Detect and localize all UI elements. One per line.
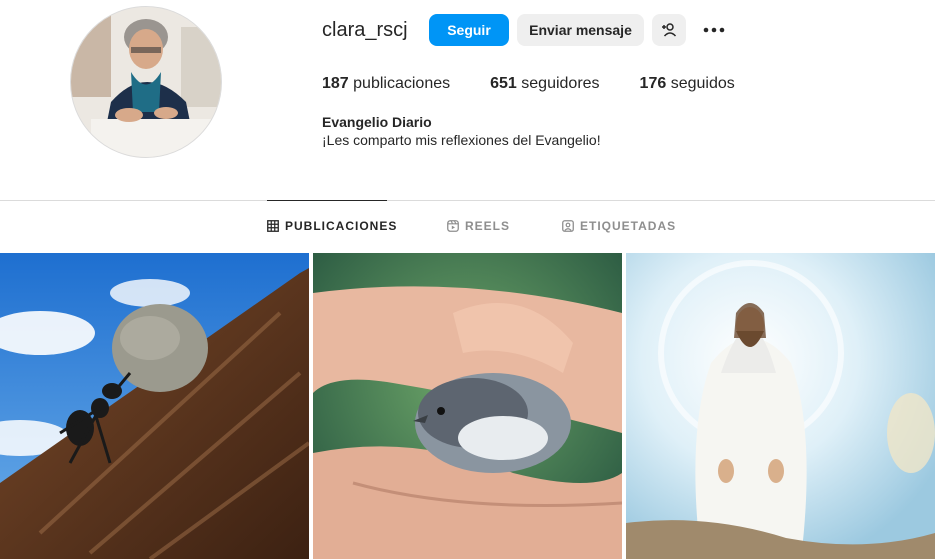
post-image-jesus-light [626, 253, 935, 559]
followers-count-label: seguidores [521, 75, 600, 92]
profile-avatar[interactable] [70, 6, 222, 158]
add-user-icon [662, 23, 677, 37]
avatar-photo [71, 7, 221, 157]
following-count-value: 176 [639, 75, 667, 92]
follow-button[interactable]: Seguir [429, 14, 509, 46]
tabs-divider [0, 200, 935, 201]
following-count-label: seguidos [670, 75, 735, 92]
active-tab-indicator [267, 200, 387, 201]
posts-count-value: 187 [322, 75, 349, 92]
tagged-icon [562, 220, 574, 232]
tab-reels[interactable]: REELS [447, 219, 510, 233]
post-thumbnail[interactable] [0, 253, 309, 559]
send-message-button[interactable]: Enviar mensaje [517, 14, 644, 46]
bio-name: Evangelio Diario [322, 114, 432, 130]
more-options-icon [703, 27, 725, 33]
suggest-users-button[interactable] [652, 14, 686, 46]
tab-tagged[interactable]: ETIQUETADAS [562, 219, 676, 233]
tab-posts[interactable]: PUBLICACIONES [267, 219, 397, 233]
tab-posts-label: PUBLICACIONES [285, 219, 398, 233]
followers-count-value: 651 [490, 75, 517, 92]
post-thumbnail[interactable] [313, 253, 622, 559]
bio-text: ¡Les comparto mis reflexiones del Evange… [322, 132, 601, 148]
post-image-ant-stone [0, 253, 309, 559]
followers-count[interactable]: 651 seguidores [490, 75, 599, 93]
posts-count: 187 publicaciones [322, 75, 450, 93]
posts-count-label: publicaciones [353, 75, 451, 92]
tab-reels-label: REELS [465, 219, 511, 233]
following-count[interactable]: 176 seguidos [640, 75, 735, 93]
grid-icon [267, 220, 279, 232]
profile-stats: 187 publicaciones 651 seguidores 176 seg… [322, 75, 775, 93]
post-thumbnail[interactable] [626, 253, 935, 559]
post-image-bird-hands [313, 253, 622, 559]
tab-tagged-label: ETIQUETADAS [580, 219, 677, 233]
reels-icon [447, 220, 459, 232]
more-options-button[interactable] [700, 16, 728, 44]
profile-username: clara_rscj [322, 19, 408, 41]
